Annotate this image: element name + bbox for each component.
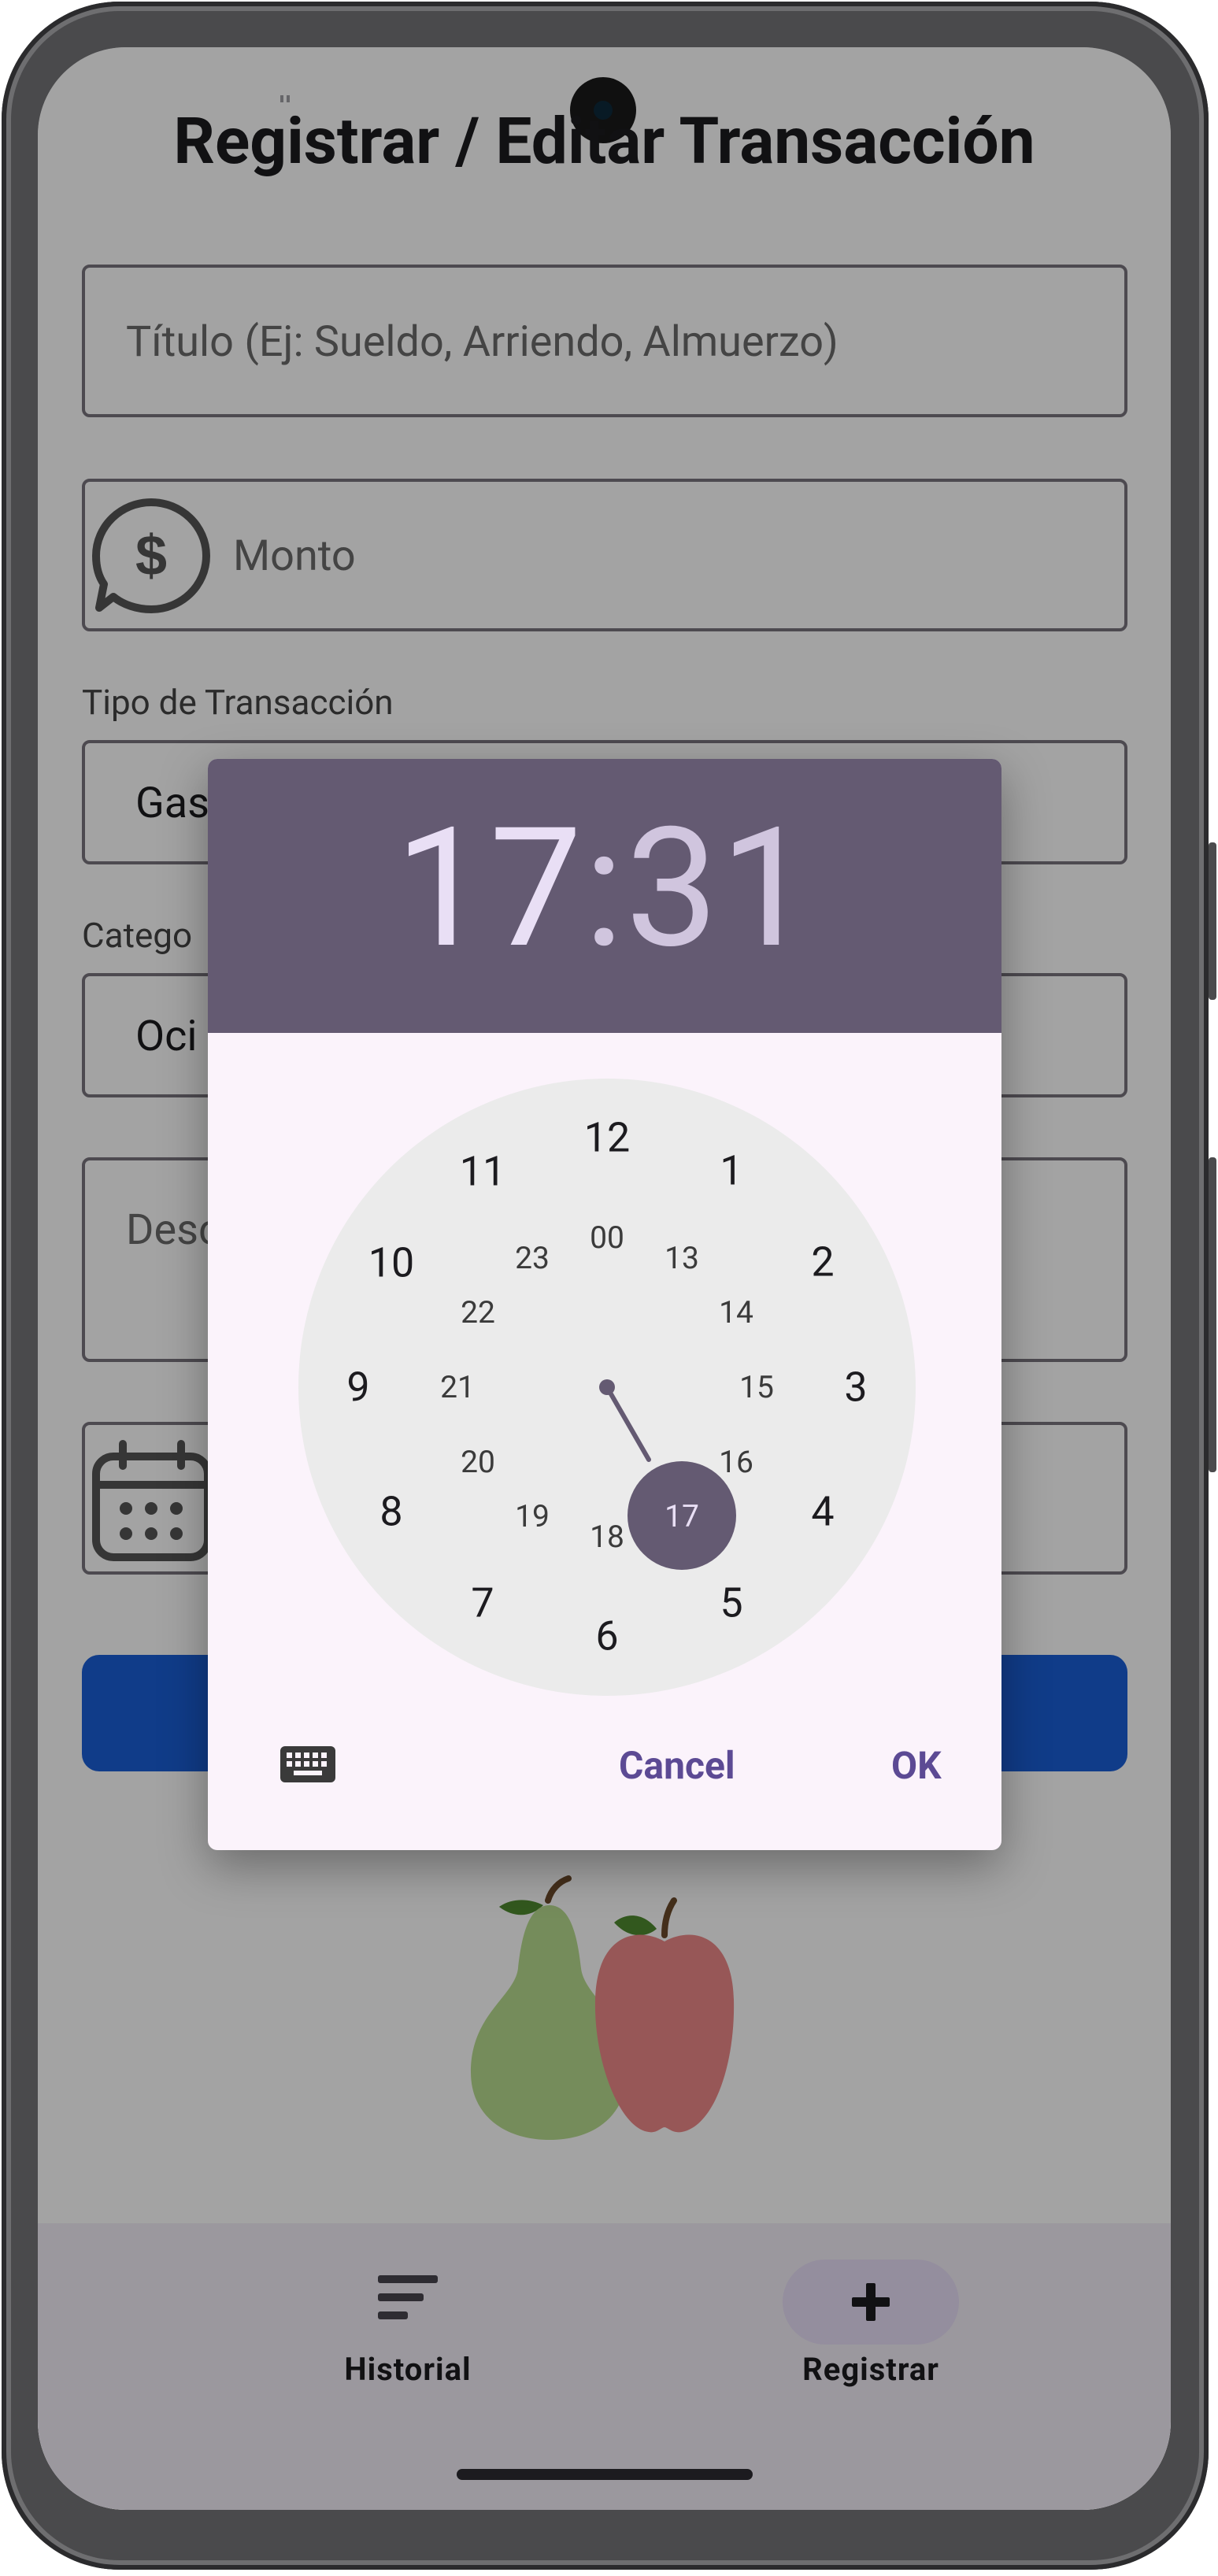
time-picker-dialog: 17:31 12 1 2 3 4 5 6 7 8 9 10 11 00 13 1…	[208, 759, 1001, 1850]
screen: 5:31 Registrar / Editar Transacción Títu…	[38, 47, 1171, 2510]
power-button	[1209, 842, 1216, 1000]
app-content: 5:31 Registrar / Editar Transacción Títu…	[38, 47, 1171, 2510]
hour-19[interactable]: 19	[515, 1498, 550, 1534]
home-indicator[interactable]	[457, 2469, 753, 2480]
hour-8[interactable]: 8	[379, 1488, 402, 1536]
hour-2[interactable]: 2	[811, 1238, 834, 1286]
hour-display[interactable]: 17	[395, 792, 584, 986]
minute-display[interactable]: 31	[625, 792, 814, 986]
hour-9[interactable]: 9	[346, 1364, 369, 1412]
hour-17[interactable]: 17	[665, 1498, 699, 1534]
hour-12[interactable]: 12	[584, 1114, 630, 1162]
hour-22[interactable]: 22	[461, 1294, 495, 1331]
hour-16[interactable]: 16	[719, 1444, 753, 1480]
hour-13[interactable]: 13	[665, 1240, 699, 1276]
hour-7[interactable]: 7	[471, 1579, 494, 1627]
hour-1[interactable]: 1	[720, 1147, 742, 1195]
hour-11[interactable]: 11	[460, 1148, 505, 1196]
hour-15[interactable]: 15	[739, 1369, 774, 1405]
hour-6[interactable]: 6	[595, 1612, 618, 1660]
hour-21[interactable]: 21	[440, 1369, 475, 1405]
hour-5[interactable]: 5	[720, 1579, 742, 1627]
cancel-button[interactable]: Cancel	[619, 1743, 735, 1788]
hour-10[interactable]: 10	[368, 1239, 414, 1287]
hour-14[interactable]: 14	[719, 1294, 753, 1331]
ok-button[interactable]: OK	[891, 1743, 942, 1788]
hour-18[interactable]: 18	[590, 1519, 624, 1555]
volume-button	[1209, 1157, 1216, 1472]
clock-hand	[599, 1379, 651, 1462]
clock-dial[interactable]: 12 1 2 3 4 5 6 7 8 9 10 11 00 13 14 15 1…	[298, 1079, 916, 1696]
hour-4[interactable]: 4	[811, 1488, 834, 1536]
time-display: 17:31	[208, 806, 1001, 972]
keyboard-icon[interactable]	[280, 1745, 335, 1784]
hour-20[interactable]: 20	[461, 1444, 495, 1480]
hour-00[interactable]: 00	[590, 1220, 624, 1256]
time-separator: :	[583, 792, 626, 986]
hour-3[interactable]: 3	[844, 1364, 867, 1412]
hour-23[interactable]: 23	[515, 1240, 550, 1276]
time-picker-header: 17:31	[208, 759, 1001, 1033]
